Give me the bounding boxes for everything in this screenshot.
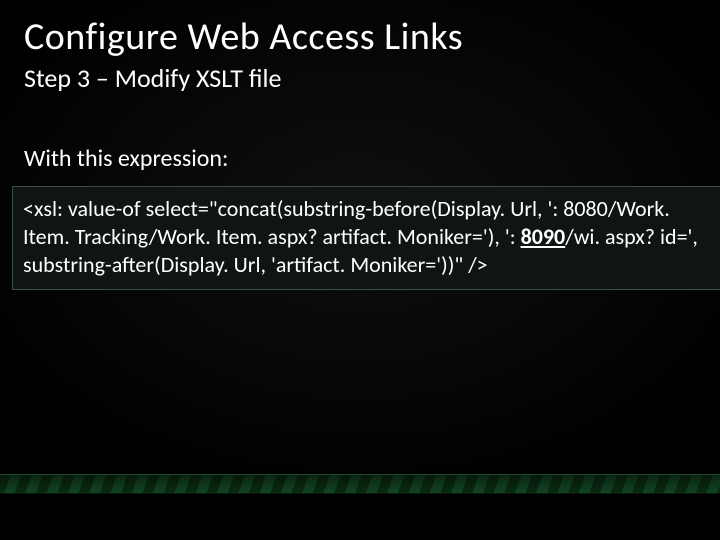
footer-decoration [0,474,720,494]
page-subtitle: Step 3 – Modify XSLT file [24,62,281,94]
page-title: Configure Web Access Links [24,14,463,60]
slide: Configure Web Access Links Step 3 – Modi… [0,0,720,540]
code-emphasis: 8090 [521,223,566,250]
code-block: <xsl: value-of select="concat(substring-… [12,186,720,290]
body-lead: With this expression: [24,144,228,173]
